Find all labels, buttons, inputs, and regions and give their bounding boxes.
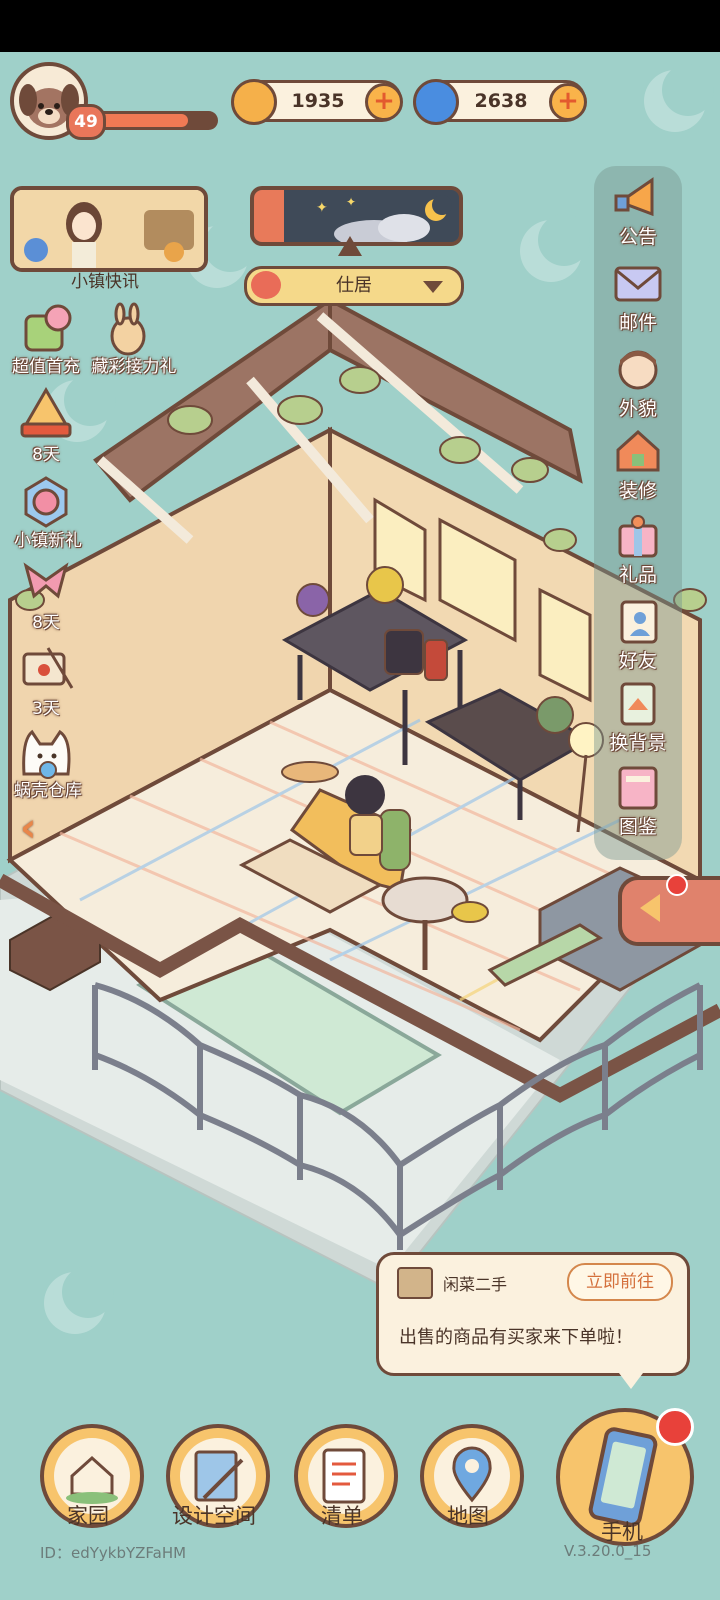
announcement-label: 公告 [618, 226, 657, 248]
town-gift-label: 小镇新礼 [14, 531, 82, 551]
left-collapse-chevron-icon[interactable]: ‹ [20, 806, 56, 850]
moon-decoration [644, 64, 714, 132]
box-icon [397, 1267, 433, 1299]
plant-pot [366, 566, 404, 604]
album-icon [618, 766, 658, 810]
relay-gift-label: 藏彩接力礼 [91, 357, 177, 377]
character-body [349, 814, 383, 856]
ribbon-timer-label: 8天 [32, 613, 60, 633]
popup-message: 出售的商品有买家来下单啦！ [399, 1327, 633, 1348]
add-gems-button[interactable]: + [549, 83, 587, 121]
friend-icon [620, 600, 658, 644]
mail-icon [614, 266, 662, 302]
letter-event-icon[interactable] [18, 640, 74, 696]
map-label: 地图 [447, 1504, 489, 1528]
news-illustration [14, 190, 204, 268]
character-head [345, 775, 385, 815]
design-space-label: 设计空间 [172, 1504, 256, 1528]
coin-icon [231, 79, 277, 125]
house-tools-icon [616, 429, 660, 472]
status-bar [0, 0, 720, 52]
town-news-label: 小镇快讯 [71, 272, 139, 292]
avatar-icon [618, 350, 658, 390]
time-marker-icon [338, 236, 362, 256]
album-button[interactable]: 图鉴 [594, 760, 682, 840]
go-now-button[interactable]: 立即前往 [567, 1263, 673, 1301]
phone-notification-dot [656, 1408, 694, 1446]
day-night-illustration: ✦ ✦ [254, 190, 459, 242]
version-label: V.3.20.0_15 [564, 1542, 652, 1560]
coin-counter: 1935 + [231, 79, 403, 125]
home-garden-label: 家园 [67, 1504, 109, 1528]
level-badge: 49 [66, 104, 106, 140]
notification-popup[interactable]: 闲菜二手 立即前往 出售的商品有买家来下单啦！ [376, 1252, 690, 1389]
plant-pot [536, 696, 574, 734]
announcement-button[interactable]: 公告 [594, 170, 682, 250]
first-recharge-label: 超值首充 [12, 357, 80, 377]
xp-bar [90, 111, 218, 130]
right-sidebar: 公告 邮件 外貌 装修 礼品 好友 换背景 图鉴 [594, 166, 682, 860]
shell-storage-icon[interactable] [18, 726, 74, 782]
album-label: 图鉴 [618, 816, 657, 838]
mail-button[interactable]: 邮件 [594, 256, 682, 336]
plant-pot [424, 639, 448, 681]
checklist-label: 清单 [321, 1504, 363, 1528]
notification-dot [666, 874, 688, 896]
gift-icon [618, 515, 658, 558]
town-news-banner[interactable] [10, 186, 208, 272]
decorate-button[interactable]: 装修 [594, 424, 682, 504]
stool [451, 901, 489, 923]
shell-gem-icon [413, 79, 459, 125]
friends-button[interactable]: 好友 [594, 594, 682, 674]
event-timer-label: 8天 [32, 445, 60, 465]
appearance-label: 外貌 [618, 398, 657, 420]
picture-icon [620, 682, 656, 726]
player-id: ID：edYykbYZFaHM [40, 1544, 187, 1562]
add-coins-button[interactable]: + [365, 83, 403, 121]
town-gift-icon[interactable] [18, 474, 74, 530]
coin-amount: 1935 [291, 90, 345, 112]
appearance-button[interactable]: 外貌 [594, 342, 682, 422]
letter-timer-label: 3天 [32, 699, 60, 719]
cat [281, 761, 339, 783]
sidebar-toggle-button[interactable] [618, 874, 720, 946]
gem-counter: 2638 + [413, 79, 587, 125]
sofa-cushion [379, 809, 411, 871]
popup-title: 闲菜二手 [443, 1275, 508, 1294]
svg-text:✦: ✦ [316, 200, 328, 216]
megaphone-icon [614, 177, 654, 217]
plant-pot [384, 629, 424, 675]
moon-decoration [520, 214, 590, 282]
event-flag-icon[interactable] [18, 384, 74, 440]
triangle-left-icon [640, 894, 660, 922]
change-background-label: 换背景 [609, 732, 667, 754]
first-recharge-icon[interactable] [18, 302, 74, 358]
decorate-label: 装修 [618, 480, 657, 502]
mail-label: 邮件 [618, 312, 657, 334]
gift-label: 礼品 [618, 564, 657, 586]
shell-storage-label: 蜗壳仓库 [14, 781, 82, 801]
xp-fill [98, 114, 188, 127]
dropdown-arrow-icon [423, 281, 443, 293]
plant-pot [296, 583, 330, 617]
gem-amount: 2638 [474, 90, 528, 112]
relay-gift-icon[interactable] [104, 302, 160, 358]
ribbon-event-icon[interactable] [18, 556, 74, 612]
friends-label: 好友 [618, 650, 657, 672]
location-selector[interactable]: 仕居 [244, 266, 464, 306]
change-background-button[interactable]: 换背景 [594, 676, 682, 756]
svg-text:✦: ✦ [346, 195, 356, 209]
gift-button[interactable]: 礼品 [594, 508, 682, 588]
